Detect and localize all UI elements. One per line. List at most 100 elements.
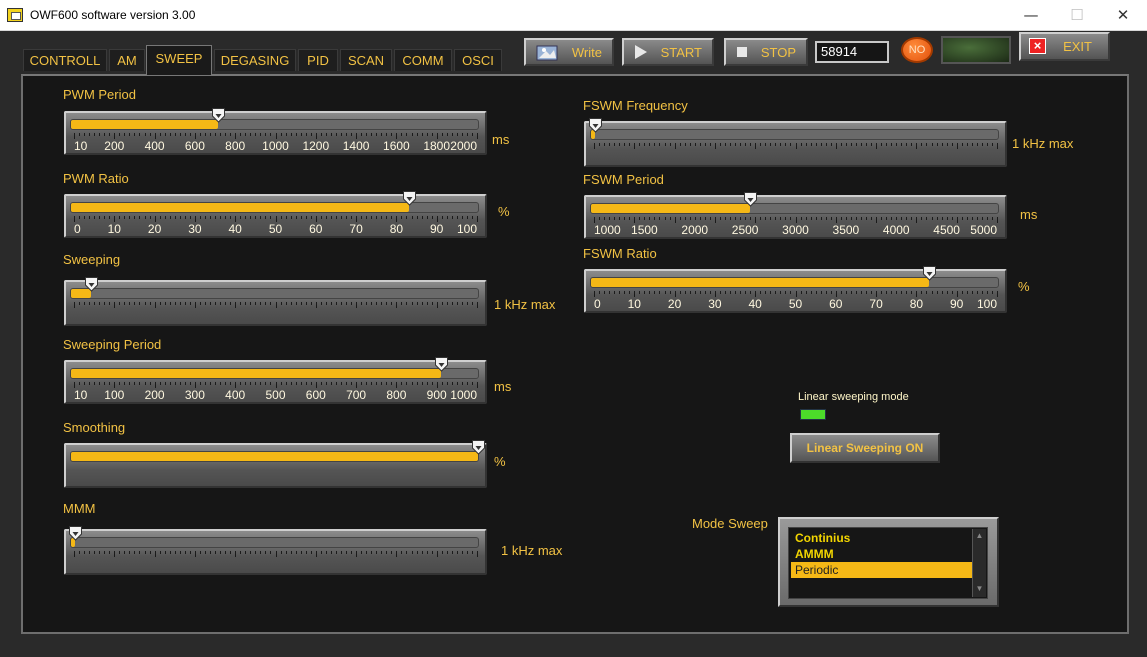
slider-thumb-icon[interactable] xyxy=(211,108,225,123)
tick-mark xyxy=(99,382,101,385)
tick-mark xyxy=(886,217,888,220)
tick-mark xyxy=(129,382,131,385)
tick-mark xyxy=(230,133,232,136)
smoothing-slider[interactable] xyxy=(64,440,487,488)
close-button[interactable]: ✕ xyxy=(1100,0,1146,31)
tick-mark xyxy=(805,291,807,294)
tick-mark xyxy=(760,291,762,294)
slider-thumb-icon[interactable] xyxy=(922,266,936,281)
tick-mark xyxy=(780,291,782,294)
tick-mark xyxy=(431,216,433,219)
slider-fill xyxy=(591,204,750,213)
tick-mark xyxy=(199,302,201,305)
slider-track[interactable] xyxy=(590,192,999,214)
scroll-down-icon[interactable]: ▼ xyxy=(973,584,986,593)
tick-mark xyxy=(456,382,458,385)
tick-mark xyxy=(896,291,898,294)
tick-mark xyxy=(94,216,96,219)
slider-thumb-icon[interactable] xyxy=(743,192,757,207)
pwm-ratio-slider[interactable]: 0 10 20 30 40 50 60 70 80 90 100 xyxy=(64,191,487,238)
slider-track[interactable] xyxy=(589,118,999,140)
tick-mark xyxy=(901,291,903,294)
maximize-button[interactable]: ☐ xyxy=(1054,0,1100,31)
tick-mark xyxy=(335,302,337,305)
mode-option-periodic[interactable]: Periodic xyxy=(791,562,973,578)
tick-label: 10 xyxy=(74,388,88,402)
tick-mark xyxy=(194,551,196,557)
tab-am[interactable]: AM xyxy=(109,49,145,71)
tab-osci[interactable]: OSCI xyxy=(454,49,502,71)
tick-mark xyxy=(255,551,257,554)
tick-mark xyxy=(280,133,282,136)
fswm-period-slider[interactable]: 1000 1500 2000 2500 3000 3500 4000 4500 5000 xyxy=(584,192,1007,239)
play-icon xyxy=(634,44,648,63)
tick-mark xyxy=(461,302,463,305)
close-icon: × xyxy=(1029,38,1046,54)
tick-mark xyxy=(230,551,232,554)
tick-mark xyxy=(411,551,413,554)
tab-controll[interactable]: CONTROLL xyxy=(23,49,107,71)
slider-track[interactable] xyxy=(69,526,479,548)
write-button[interactable]: Write xyxy=(524,38,614,66)
tick-mark xyxy=(139,216,141,219)
slider-track[interactable] xyxy=(70,440,485,462)
tick-mark xyxy=(84,551,86,554)
mode-option-continius[interactable]: Continius xyxy=(791,530,973,546)
tick-mark xyxy=(114,302,116,308)
tick-mark xyxy=(750,143,752,146)
tick-mark xyxy=(305,216,307,219)
tick-mark xyxy=(896,143,898,146)
tick-mark xyxy=(220,382,222,385)
tick-mark xyxy=(149,133,151,136)
mode-option-ammm[interactable]: AMMM xyxy=(791,546,973,562)
tab-comm[interactable]: COMM xyxy=(394,49,452,71)
tick-label: 60 xyxy=(309,222,323,236)
tick-mark xyxy=(845,217,847,220)
tick-mark xyxy=(335,551,337,554)
sweeping-slider[interactable] xyxy=(64,277,487,326)
mode-sweep-list[interactable]: Continius AMMM Periodic ▲ ▼ xyxy=(788,527,988,599)
tick-mark xyxy=(184,133,186,136)
fswm-ratio-slider[interactable]: 0 10 20 30 40 50 60 70 80 90 100 xyxy=(584,266,1007,313)
tab-pid[interactable]: PID xyxy=(298,49,338,71)
slider-thumb-icon[interactable] xyxy=(435,357,449,372)
tick-mark xyxy=(406,551,408,554)
exit-button[interactable]: × EXIT xyxy=(1019,32,1110,61)
tick-mark xyxy=(149,382,151,385)
mode-list-scrollbar[interactable]: ▲ ▼ xyxy=(972,529,986,597)
linear-sweeping-mode-label: Linear sweeping mode xyxy=(798,391,909,403)
slider-thumb-icon[interactable] xyxy=(69,526,83,541)
slider-thumb-icon[interactable] xyxy=(402,191,416,206)
tick-mark xyxy=(619,143,621,146)
tick-mark xyxy=(104,302,106,305)
sweeping-period-slider[interactable]: 10 100 200 300 400 500 600 700 800 900 1000 xyxy=(64,357,487,404)
fswm-frequency-slider[interactable] xyxy=(584,118,1007,167)
tick-mark xyxy=(174,382,176,385)
tick-mark xyxy=(189,551,191,554)
scroll-up-icon[interactable]: ▲ xyxy=(973,531,986,540)
pwm-period-slider[interactable]: 10 200 400 600 800 1000 1200 1400 1600 1800 2000 xyxy=(64,108,487,155)
slider-track[interactable] xyxy=(70,191,479,213)
tick-mark xyxy=(471,302,473,305)
tick-mark xyxy=(245,302,247,305)
mmm-slider[interactable] xyxy=(64,526,487,575)
tick-mark xyxy=(361,302,363,305)
tick-mark xyxy=(780,143,782,146)
slider-track[interactable] xyxy=(70,108,479,130)
slider-thumb-icon[interactable] xyxy=(472,440,485,455)
tab-sweep[interactable]: SWEEP xyxy=(146,45,212,75)
linear-sweeping-button[interactable]: Linear Sweeping ON xyxy=(790,433,940,463)
slider-thumb-icon[interactable] xyxy=(589,118,603,133)
tab-degasing[interactable]: DEGASING xyxy=(214,49,296,71)
slider-track[interactable] xyxy=(70,277,479,299)
slider-thumb-icon[interactable] xyxy=(85,277,99,292)
slider-track[interactable] xyxy=(590,266,999,288)
tab-scan[interactable]: SCAN xyxy=(340,49,392,71)
slider-track[interactable] xyxy=(70,357,479,379)
tick-mark xyxy=(270,551,272,554)
tick-mark xyxy=(946,217,948,220)
tick-mark xyxy=(855,143,857,146)
minimize-button[interactable]: — xyxy=(1008,0,1054,31)
stop-button[interactable]: STOP xyxy=(724,38,808,66)
start-button[interactable]: START xyxy=(622,38,714,66)
